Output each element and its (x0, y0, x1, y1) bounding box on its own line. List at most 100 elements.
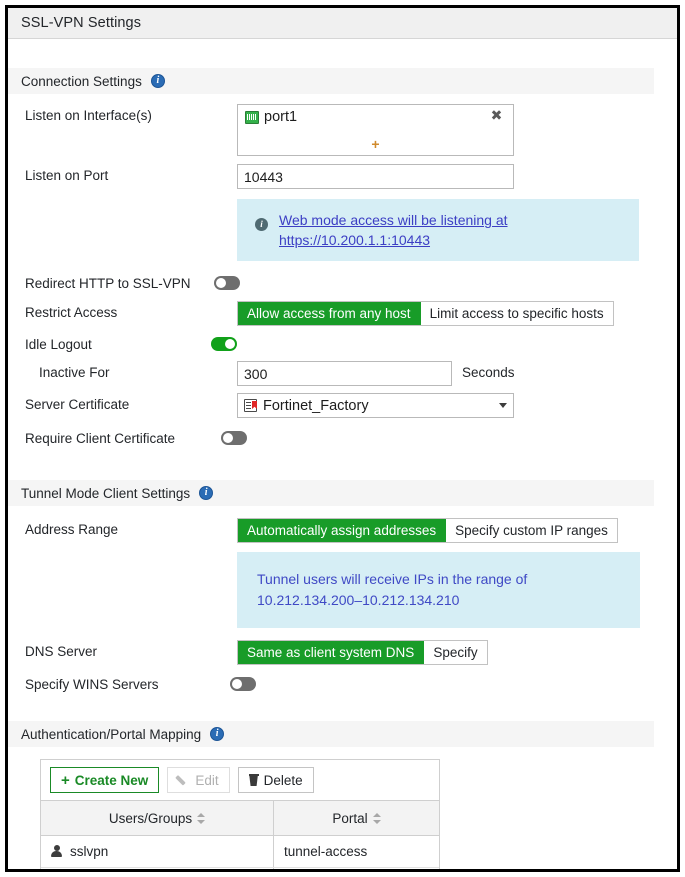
listen-on-interface-label: Listen on Interface(s) (25, 108, 152, 123)
cell-users-groups: sslvpn (41, 835, 274, 868)
sort-icon[interactable] (372, 812, 381, 825)
redirect-http-toggle[interactable] (214, 276, 240, 290)
column-header-users-groups[interactable]: Users/Groups (41, 800, 274, 836)
listen-on-port-input[interactable] (237, 164, 514, 189)
spacer-top (8, 39, 677, 68)
section-header-authentication-portal-mapping: Authentication/Portal Mapping i (8, 721, 654, 747)
delete-button-label: Delete (263, 772, 303, 788)
section-header-connection-settings: Connection Settings i (8, 68, 654, 94)
web-mode-link-line1[interactable]: Web mode access will be listening at (279, 212, 508, 228)
interface-token-label: port1 (264, 109, 298, 125)
network-interface-icon (245, 110, 259, 124)
require-client-certificate-toggle[interactable] (221, 431, 247, 445)
idle-logout-toggle[interactable] (211, 337, 237, 351)
web-mode-notice-text: Web mode access will be listening at htt… (279, 210, 508, 250)
idle-logout-label: Idle Logout (25, 337, 92, 352)
server-certificate-label: Server Certificate (25, 397, 130, 412)
web-mode-notice-box: i Web mode access will be listening at h… (237, 199, 639, 261)
address-range-notice-box: Tunnel users will receive IPs in the ran… (237, 552, 640, 628)
trash-icon (248, 774, 259, 786)
table-row[interactable]: sslvpn tunnel-access (41, 835, 439, 868)
column-header-portal[interactable]: Portal (273, 800, 439, 836)
pencil-icon (178, 774, 190, 786)
row-listen-on-port: Listen on Port (8, 164, 677, 189)
info-icon[interactable]: i (150, 74, 165, 88)
create-new-button[interactable]: + Create New (50, 767, 160, 793)
dns-server-option-specify[interactable]: Specify (424, 641, 487, 664)
column-header-inner: Users/Groups (109, 811, 206, 826)
delete-button[interactable]: Delete (237, 767, 314, 793)
inactive-for-label: Inactive For (39, 365, 110, 380)
portal-mapping-table-head: Users/Groups Portal (41, 800, 439, 836)
restrict-access-option-specific-hosts[interactable]: Limit access to specific hosts (420, 302, 613, 325)
row-idle-logout: Idle Logout (8, 333, 677, 354)
dns-server-control: Same as client system DNS Specify (237, 640, 677, 665)
dns-server-segmented: Same as client system DNS Specify (237, 640, 488, 665)
user-icon (51, 845, 62, 858)
window-titlebar: SSL-VPN Settings (8, 8, 677, 39)
row-inactive-for: Inactive For Seconds (8, 361, 677, 386)
restrict-access-option-any-host[interactable]: Allow access from any host (238, 302, 421, 325)
inactive-for-control: Seconds (237, 361, 677, 386)
sort-icon[interactable] (197, 812, 206, 825)
edit-button[interactable]: Edit (167, 767, 230, 793)
row-listen-on-interface: Listen on Interface(s) port1 ✖ + (8, 104, 677, 156)
dns-server-label: DNS Server (25, 644, 98, 659)
inactive-for-input[interactable] (237, 361, 452, 386)
redirect-http-label: Redirect HTTP to SSL-VPN (25, 276, 191, 291)
info-icon[interactable]: i (210, 727, 225, 741)
add-icon[interactable]: + (238, 137, 513, 151)
ssl-vpn-settings-screen: SSL-VPN Settings Connection Settings i L… (0, 0, 685, 877)
address-range-option-automatic[interactable]: Automatically assign addresses (238, 519, 447, 542)
table-row[interactable]: All Other Users/Groups full-access (41, 867, 439, 869)
address-range-control: Automatically assign addresses Specify c… (237, 518, 677, 543)
remove-icon[interactable]: ✖ (490, 109, 503, 123)
specify-wins-servers-toggle[interactable] (230, 677, 256, 691)
certificate-icon (244, 399, 257, 412)
listen-on-port-control (237, 164, 677, 189)
listen-on-port-label: Listen on Port (25, 168, 109, 183)
server-certificate-value: Fortinet_Factory (263, 397, 369, 414)
web-mode-notice-control: i Web mode access will be listening at h… (237, 199, 677, 261)
section-header-label: Connection Settings (21, 73, 142, 89)
address-range-option-custom[interactable]: Specify custom IP ranges (446, 519, 617, 542)
table-header-row: Users/Groups Portal (41, 800, 439, 836)
user-label: sslvpn (70, 844, 109, 859)
portal-mapping-table-body: sslvpn tunnel-access All Other Users/Gro… (41, 835, 439, 869)
restrict-access-label: Restrict Access (25, 305, 118, 320)
chevron-down-icon (499, 403, 507, 408)
info-icon[interactable]: i (199, 486, 214, 500)
web-mode-link-line2[interactable]: https://10.200.1.1:10443 (279, 232, 430, 248)
portal-mapping-table: Users/Groups Portal sslvpn tunnel-access (41, 800, 439, 869)
portal-mapping-toolbar: + Create New Edit Delete (41, 760, 439, 800)
row-redirect-http: Redirect HTTP to SSL-VPN (8, 272, 677, 293)
row-restrict-access: Restrict Access Allow access from any ho… (8, 301, 677, 326)
user-cell: sslvpn (51, 844, 263, 859)
window-content: SSL-VPN Settings Connection Settings i L… (8, 8, 677, 869)
server-certificate-dropdown[interactable]: Fortinet_Factory (237, 393, 514, 418)
interface-select-box[interactable]: port1 ✖ + (237, 104, 514, 156)
row-require-client-certificate: Require Client Certificate (8, 427, 677, 448)
info-icon: i (255, 218, 268, 231)
row-address-range: Address Range Automatically assign addre… (8, 518, 677, 543)
listen-on-interface-control: port1 ✖ + (237, 104, 677, 156)
specify-wins-servers-control (230, 673, 677, 694)
cell-users-groups: All Other Users/Groups (41, 867, 274, 869)
cell-portal: tunnel-access (273, 835, 439, 868)
require-client-certificate-control (221, 427, 677, 448)
section-header-tunnel-mode-client-settings: Tunnel Mode Client Settings i (8, 480, 654, 506)
dns-server-option-same-as-client[interactable]: Same as client system DNS (238, 641, 425, 664)
row-specify-wins-servers: Specify WINS Servers (8, 673, 677, 694)
